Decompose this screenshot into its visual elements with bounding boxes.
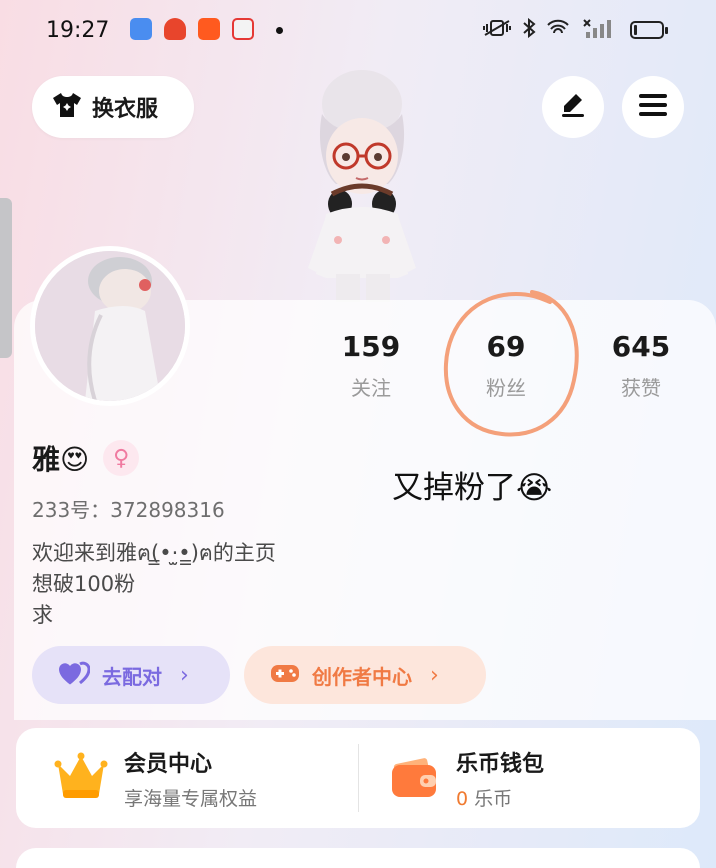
profile-avatar[interactable] [30, 246, 190, 406]
coin-wallet-title: 乐币钱包 [456, 751, 545, 777]
status-time: 19:27 [46, 18, 110, 43]
following-label: 关注 [351, 376, 391, 400]
battery-icon [630, 21, 668, 39]
profile-bio: 欢迎来到雅ฅ(̳•·̫•̳)ฅ的主页 想破100粉 求 [32, 538, 276, 631]
handdrawn-circle-annotation [436, 284, 588, 444]
coin-wallet-entry[interactable]: 乐币钱包 0 乐币 [390, 728, 544, 828]
app-blue-icon [130, 18, 152, 40]
edit-profile-button[interactable] [542, 76, 604, 138]
app-red-icon [164, 18, 186, 40]
change-outfit-button[interactable]: 换衣服 [32, 76, 194, 138]
next-section-card [16, 848, 700, 868]
pen-icon [558, 90, 588, 124]
coin-balance-value: 0 [456, 787, 469, 810]
female-gender-icon: ♀ [103, 440, 140, 476]
creator-center-button[interactable]: 创作者中心 › [244, 646, 486, 704]
vip-center-subtitle: 享海量专属权益 [124, 787, 258, 810]
app-taobao-icon [198, 18, 220, 40]
likes-count: 645 [611, 330, 671, 363]
creator-center-label: 创作者中心 [312, 664, 412, 689]
tshirt-icon [52, 92, 82, 122]
app-dog-icon [232, 18, 254, 40]
vip-center-entry[interactable]: 会员中心 享海量专属权益 [54, 728, 257, 828]
chevron-right-icon: › [180, 662, 189, 688]
profile-name-row: 雅😍 ♀ [32, 438, 140, 478]
status-bar: 19:27 [0, 0, 716, 62]
avatar-3d-character[interactable] [282, 64, 442, 302]
gamepad-icon [270, 661, 300, 690]
vip-center-title: 会员中心 [124, 751, 213, 777]
divider [358, 744, 359, 812]
coin-wallet-balance: 0 乐币 [456, 784, 544, 811]
membership-wallet-card: 会员中心 享海量专属权益 乐币钱包 0 乐币 [16, 728, 700, 828]
hamburger-menu-icon [639, 93, 667, 121]
menu-button[interactable] [622, 76, 684, 138]
chevron-right-icon: › [430, 662, 439, 688]
go-match-label: 去配对 [102, 664, 162, 689]
stat-likes[interactable]: 645 获赞 [586, 330, 696, 401]
crown-icon [54, 752, 108, 804]
wifi-icon [546, 18, 570, 43]
heart-icon [58, 661, 91, 690]
gender-symbol: ♀ [113, 445, 130, 471]
go-match-button[interactable]: 去配对 › [32, 646, 230, 704]
bio-line: 欢迎来到雅ฅ(̳•·̫•̳)ฅ的主页 [32, 541, 276, 565]
coin-unit: 乐币 [468, 787, 513, 810]
signal-icon [580, 16, 620, 45]
user-id[interactable]: 233号：372898316 [32, 494, 225, 523]
bluetooth-icon [522, 17, 536, 43]
stat-following[interactable]: 159 关注 [316, 330, 426, 401]
wallet-icon [390, 753, 440, 803]
vibrate-icon [482, 18, 512, 43]
more-notifications-dot [276, 27, 283, 34]
change-outfit-label: 换衣服 [92, 97, 159, 122]
handwritten-annotation-text: 又掉粉了😭 [392, 470, 553, 506]
profile-name: 雅😍 [32, 443, 90, 476]
bio-line: 想破100粉 [32, 572, 136, 596]
following-count: 159 [341, 330, 401, 363]
side-drawer-handle[interactable] [0, 198, 12, 358]
bio-line: 求 [32, 603, 53, 627]
likes-label: 获赞 [621, 376, 661, 400]
